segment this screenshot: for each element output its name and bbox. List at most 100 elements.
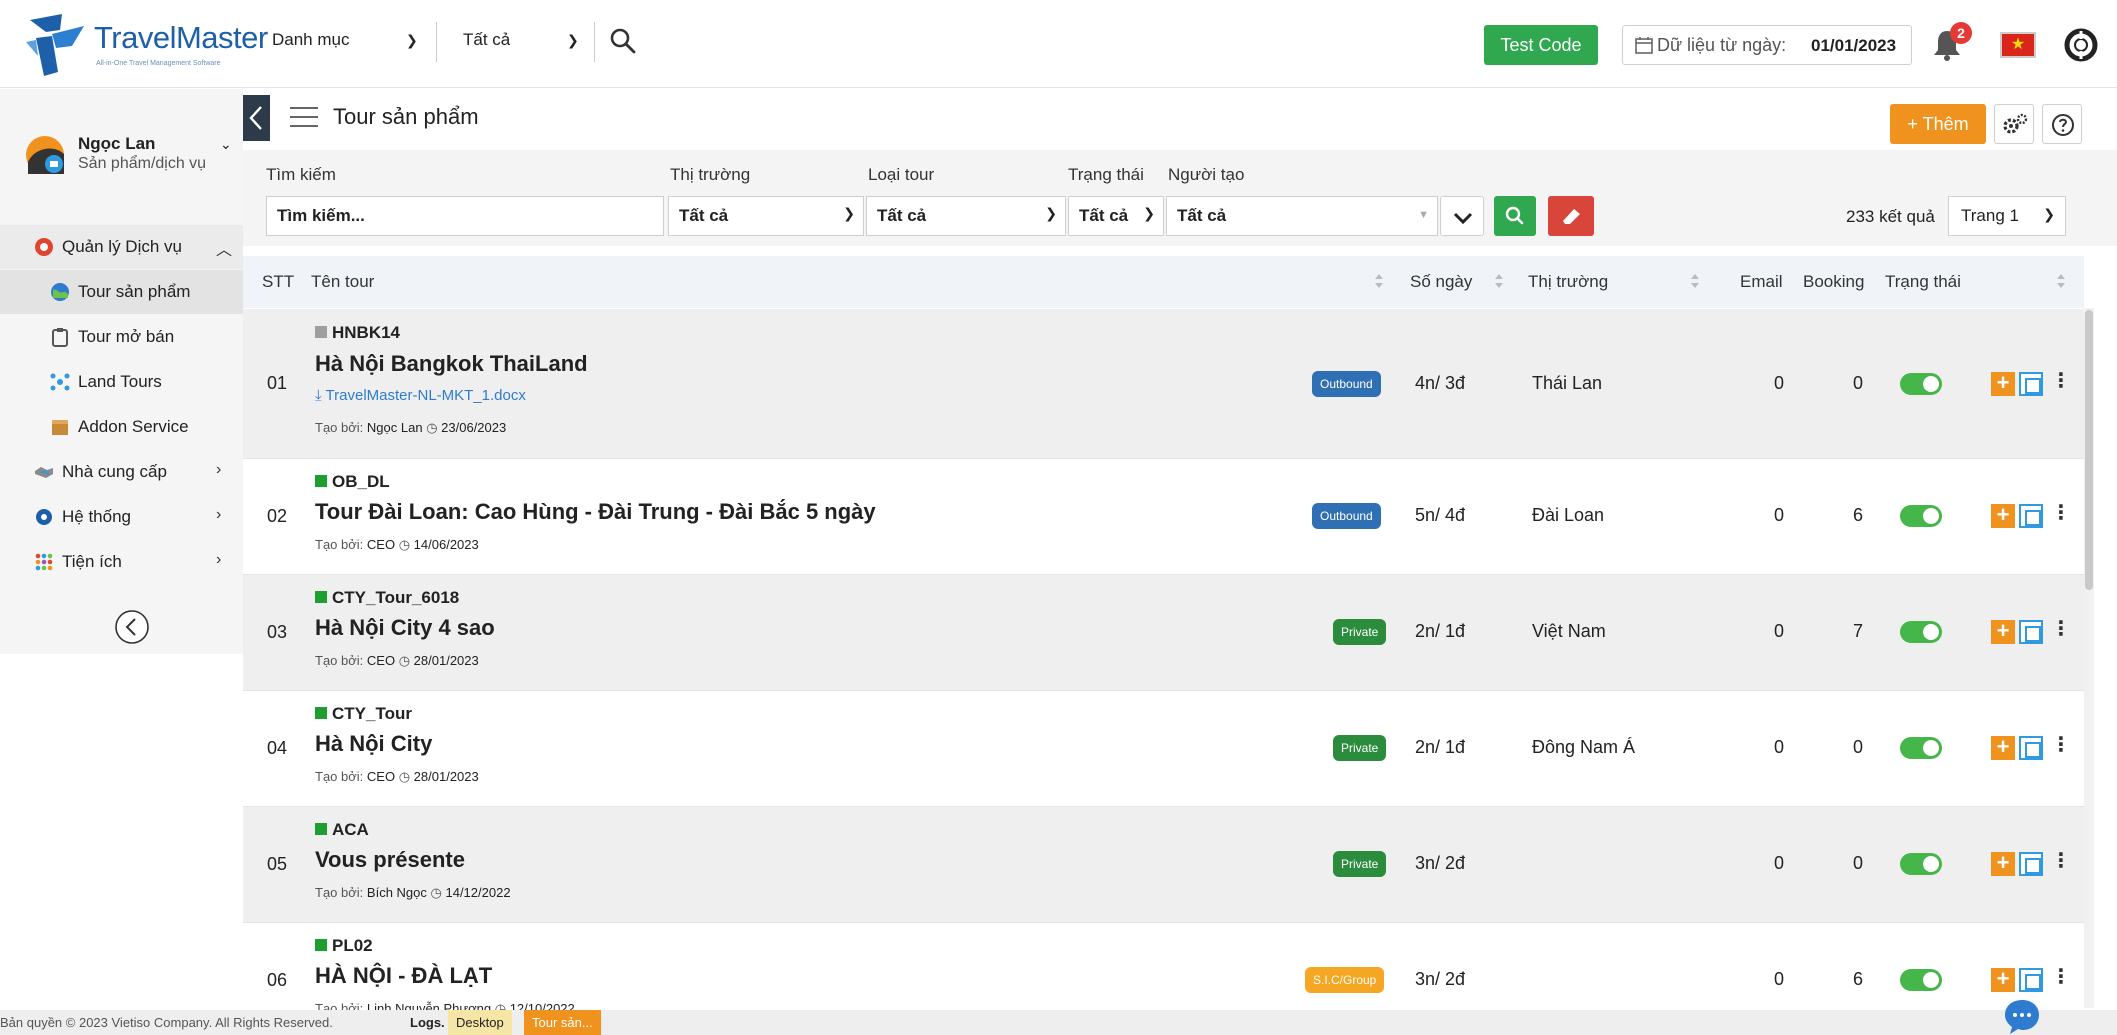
created-by-label: Tạo bởi:: [315, 653, 364, 668]
table-row[interactable]: OB_DL Tour Đài Loan: Cao Hùng - Đài Trun…: [243, 459, 2084, 575]
footer-tab-desktop[interactable]: Desktop: [448, 1010, 512, 1035]
copy-icon[interactable]: [2019, 372, 2043, 396]
sidebar-item-utilities[interactable]: Tiện ích ›: [0, 540, 243, 584]
add-icon[interactable]: +: [1991, 372, 2015, 396]
column-header-name[interactable]: Tên tour: [311, 272, 374, 292]
more-icon[interactable]: ⋮: [2051, 967, 2071, 987]
add-tour-button[interactable]: + Thêm: [1890, 104, 1986, 144]
vietnam-flag-icon[interactable]: ★: [2000, 32, 2036, 58]
created-date: 28/01/2023: [413, 653, 479, 668]
more-icon[interactable]: ⋮: [2051, 851, 2071, 871]
sidebar-item-suppliers[interactable]: Nhà cung cấp ›: [0, 450, 243, 494]
booking-count: 0: [1853, 737, 1864, 757]
hamburger-menu-icon[interactable]: [290, 106, 318, 128]
category-dropdown[interactable]: Danh mục ❯: [272, 30, 422, 60]
table-row[interactable]: CTY_Tour Hà Nội City Tạo bởi: CEO ◷ 28/0…: [243, 691, 2084, 807]
sidebar-item-land-tours[interactable]: Land Tours: [0, 360, 243, 404]
tour-name[interactable]: Tour Đài Loan: Cao Hùng - Đài Trung - Đà…: [315, 499, 876, 525]
copy-icon[interactable]: [2019, 852, 2043, 876]
market-select[interactable]: Tất cả ❯: [668, 196, 864, 236]
table-row[interactable]: HNBK14 Hà Nội Bangkok ThaiLand ⤓ TravelM…: [243, 309, 2084, 459]
copy-icon[interactable]: [2019, 620, 2043, 644]
chat-icon[interactable]: [2002, 996, 2042, 1035]
expand-filters-button[interactable]: [1440, 196, 1484, 236]
creator-select[interactable]: Tất cả ▼: [1166, 196, 1438, 236]
collapse-sidebar-icon[interactable]: [114, 609, 150, 645]
scope-dropdown[interactable]: Tất cả ❯: [463, 30, 588, 60]
sort-icon[interactable]: [1374, 272, 1384, 290]
status-square: [315, 939, 327, 951]
copy-icon[interactable]: [2019, 736, 2043, 760]
more-icon[interactable]: ⋮: [2051, 371, 2071, 391]
add-icon[interactable]: +: [1991, 736, 2015, 760]
attachment-link[interactable]: ⤓ TravelMaster-NL-MKT_1.docx: [315, 387, 526, 404]
status-toggle[interactable]: [1900, 621, 1942, 643]
tour-code: ACA: [315, 820, 369, 840]
status-square: [315, 475, 327, 487]
user-menu[interactable]: Ngọc Lan Sản phẩm/dịch vụ ⌄: [24, 134, 239, 194]
column-header-market[interactable]: Thị trường: [1528, 272, 1608, 292]
tour-name[interactable]: Vous présente: [315, 847, 465, 873]
column-header-booking[interactable]: Booking: [1803, 272, 1864, 292]
tour-name[interactable]: Hà Nội Bangkok ThaiLand: [315, 351, 588, 377]
add-icon[interactable]: +: [1991, 620, 2015, 644]
add-icon[interactable]: +: [1991, 968, 2015, 992]
copy-icon[interactable]: [2019, 968, 2043, 992]
column-header-email[interactable]: Email: [1740, 272, 1783, 292]
status-select[interactable]: Tất cả ❯: [1068, 196, 1164, 236]
tour-type-select[interactable]: Tất cả ❯: [866, 196, 1066, 236]
sidebar-item-label: Nhà cung cấp: [62, 462, 167, 481]
sidebar-item-tours-on-sale[interactable]: Tour mở bán: [0, 315, 243, 359]
tour-name[interactable]: HÀ NỘI - ĐÀ LẠT: [315, 963, 492, 989]
search-icon[interactable]: [608, 26, 638, 56]
help-lifebuoy-icon[interactable]: [2064, 28, 2098, 62]
sidebar-item-service-management[interactable]: Quản lý Dịch vụ ︿: [0, 225, 243, 269]
table-row[interactable]: ACA Vous présente Tạo bởi: Bích Ngọc ◷ 1…: [243, 807, 2084, 923]
sidebar-item-label: Quản lý Dịch vụ: [62, 237, 182, 256]
sort-icon[interactable]: [1690, 272, 1700, 290]
sort-icon[interactable]: [1494, 272, 1504, 290]
scrollbar-thumb[interactable]: [2085, 310, 2093, 590]
footer-tab-current[interactable]: Tour sản...: [524, 1010, 601, 1035]
settings-button[interactable]: [1994, 104, 2034, 144]
email-count: 0: [1774, 621, 1785, 641]
sort-icon[interactable]: [2056, 272, 2066, 290]
status-toggle[interactable]: [1900, 373, 1942, 395]
more-icon[interactable]: ⋮: [2051, 503, 2071, 523]
sidebar-item-label: Tiện ích: [62, 552, 122, 571]
status-toggle[interactable]: [1900, 505, 1942, 527]
test-code-button[interactable]: Test Code: [1484, 25, 1598, 65]
more-icon[interactable]: ⋮: [2051, 619, 2071, 639]
table-row[interactable]: CTY_Tour_6018 Hà Nội City 4 sao Tạo bởi:…: [243, 575, 2084, 691]
copy-icon[interactable]: [2019, 504, 2043, 528]
created-info: Tạo bởi: Linh Nguyễn Phương ◷ 12/10/2022: [315, 1001, 575, 1010]
add-icon[interactable]: +: [1991, 852, 2015, 876]
grid-icon: [35, 553, 53, 571]
page-select[interactable]: Trang 1 ❯: [1948, 196, 2066, 236]
more-icon[interactable]: ⋮: [2051, 735, 2071, 755]
help-button[interactable]: [2042, 104, 2082, 144]
add-icon[interactable]: +: [1991, 504, 2015, 528]
sidebar-item-label: Addon Service: [78, 417, 189, 436]
clear-filters-button[interactable]: [1548, 196, 1594, 236]
status-toggle[interactable]: [1900, 853, 1942, 875]
table-row[interactable]: PL02 HÀ NỘI - ĐÀ LẠT Tạo bởi: Linh Nguyễ…: [243, 923, 2084, 1010]
sidebar-toggle-tab[interactable]: [243, 95, 270, 141]
tour-name[interactable]: Hà Nội City 4 sao: [315, 615, 495, 641]
search-input[interactable]: Tìm kiếm...: [266, 196, 664, 236]
status-toggle[interactable]: [1900, 969, 1942, 991]
brand-logo[interactable]: TravelMaster All-in-One Travel Managemen…: [22, 12, 268, 78]
sidebar-item-system[interactable]: Hệ thống ›: [0, 495, 243, 539]
search-button[interactable]: [1494, 196, 1536, 236]
date-filter[interactable]: Dữ liệu từ ngày: 01/01/2023: [1622, 25, 1912, 65]
logs-link[interactable]: Logs.: [410, 1015, 445, 1030]
avatar: [26, 136, 64, 174]
tour-name[interactable]: Hà Nội City: [315, 731, 432, 757]
status-toggle[interactable]: [1900, 737, 1942, 759]
sidebar-item-addon-service[interactable]: Addon Service: [0, 405, 243, 449]
column-header-status[interactable]: Trạng thái: [1885, 272, 1961, 292]
tour-days: 3n/ 2đ: [1415, 853, 1466, 873]
sidebar-item-tour-products[interactable]: Tour sản phẩm: [0, 270, 243, 314]
handshake-icon: [35, 467, 53, 478]
column-header-days[interactable]: Số ngày: [1410, 272, 1472, 292]
